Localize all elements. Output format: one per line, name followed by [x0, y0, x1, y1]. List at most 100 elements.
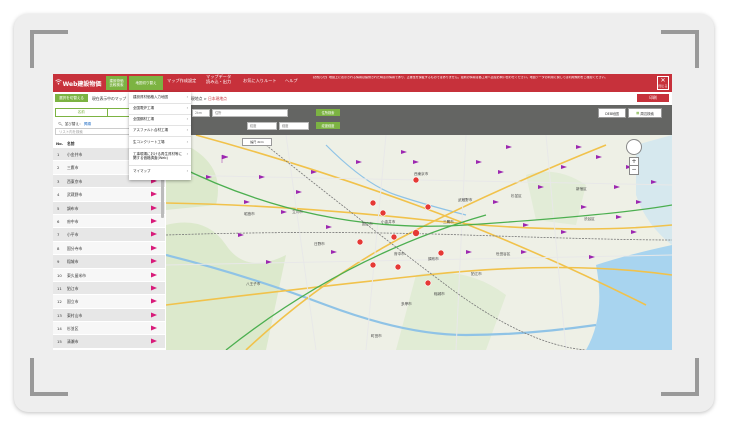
wifi-icon — [54, 79, 62, 87]
list-item-name: 西東京市 — [67, 178, 83, 184]
map-place-label: 調布市 — [428, 256, 439, 261]
dropdown-item-electric-furnace[interactable]: 全国電炉工場 › — [129, 106, 191, 110]
list-item-no: 7 — [57, 232, 60, 238]
map-view[interactable]: 国立市 府中市 調布市 小金井市 三鷹市 武蔵野市 西東京市 杉並区 世田谷区 多摩市 稲城市 町田市… — [166, 105, 672, 350]
list-item-no: 10 — [57, 272, 62, 278]
list-item[interactable]: 5 調布市 — [53, 201, 165, 215]
list-item-name: 東久留米市 — [67, 272, 86, 278]
zoom-out-button[interactable]: − — [629, 165, 639, 175]
radius-input[interactable]: 2km — [192, 109, 210, 117]
list-item-name: 東村山市 — [67, 312, 83, 318]
print-button[interactable]: 印刷 — [637, 94, 669, 102]
list-item-no: 1 — [57, 152, 60, 157]
flag-icon — [151, 258, 157, 264]
list-item[interactable]: 10 東久留米市 — [53, 268, 165, 282]
logo-text: Web建設物価 — [62, 80, 102, 88]
menu-map-data[interactable]: マップデータ 読み込・出力 — [206, 74, 231, 84]
map-place-label: 武蔵野市 — [458, 197, 473, 202]
select-toggle-button[interactable]: 選択を切替える — [55, 94, 88, 102]
address-input[interactable]: 住所 — [212, 109, 288, 117]
dropdown-item-concrete[interactable]: 生コンクリート工場 › — [129, 140, 191, 144]
list-item-name: 三鷹市 — [67, 165, 79, 171]
price-compare-button[interactable]: 建設物価 比較検索 — [106, 76, 127, 90]
list-item-name: 府中市 — [67, 218, 79, 224]
map-switch-button[interactable]: 地図切り替え — [129, 76, 163, 90]
list-item-no: 4 — [57, 192, 60, 198]
tab-name[interactable]: 名前 — [55, 108, 108, 117]
dropdown-item-price-map[interactable]: 建設資材価格入力地図 › — [129, 95, 191, 99]
list-item-name: 国分寺市 — [67, 245, 83, 251]
dropdown-item-my-map[interactable]: マイマップ › — [129, 169, 191, 173]
list-item[interactable]: 11 狛江市 — [53, 281, 165, 296]
list-item-name: 国立市 — [67, 299, 79, 305]
list-item[interactable]: 14 杉並区 — [53, 322, 165, 336]
dropdown-item-asphalt[interactable]: アスファルト合材工場 › — [129, 128, 191, 132]
list-item-no: 15 — [57, 339, 62, 345]
close-button[interactable]: ✕ 閉じる — [657, 76, 669, 90]
list-item[interactable]: 4 武蔵野市 — [53, 188, 165, 202]
current-map-label: 現在表示中のマップ — [92, 96, 127, 101]
list-item-no: 5 — [57, 205, 60, 211]
list-item-no: 12 — [57, 299, 62, 305]
corner-bracket-bottom-right — [661, 358, 699, 396]
list-item-name: 清瀬市 — [67, 339, 79, 345]
list-item-name: 狛江市 — [67, 285, 79, 291]
breadcrumb: 現地点 > 日本現地点 — [191, 96, 227, 101]
notice-text: 【お知らせ】地図上に表示される情報は提供された時点の情報であり、正確性を保証する… — [311, 76, 608, 79]
flag-icon — [151, 285, 157, 291]
flag-icon — [151, 191, 157, 197]
latlng-search-button[interactable]: 緯度経度 — [316, 122, 340, 129]
list-item-name: 稲城市 — [67, 259, 79, 265]
list-item[interactable]: 15 清瀬市 — [53, 335, 165, 349]
flag-icon — [151, 298, 157, 304]
map-icon: ▦ — [636, 111, 640, 115]
scale-indicator: 縮尺 2km — [242, 138, 272, 146]
list-item[interactable]: 7 小平市 — [53, 228, 165, 242]
map-place-label: 三鷹市 — [443, 219, 454, 224]
flag-icon — [151, 325, 157, 331]
top-bar: Web建設物価 建設物価 比較検索 地図切り替え マップ作成設定 マップデータ … — [53, 74, 672, 92]
map-place-label: 世田谷区 — [496, 251, 511, 256]
menu-map-settings[interactable]: マップ作成設定 — [167, 78, 196, 84]
search-icon: 🔍︎ — [58, 122, 63, 126]
map-place-label: 府中市 — [394, 251, 405, 256]
map-place-label: 日野市 — [314, 241, 325, 246]
list-item-name: 小平市 — [67, 232, 79, 238]
map-place-label: 多摩市 — [401, 301, 412, 306]
map-place-label: 町田市 — [371, 333, 382, 338]
flag-icon — [151, 272, 157, 278]
map-mode-button[interactable]: DEB地図 — [598, 108, 626, 118]
breadcrumb-current[interactable]: 日本現地点 — [208, 96, 227, 101]
list-item-no: 11 — [57, 285, 62, 291]
list-item[interactable]: 12 国立市 — [53, 295, 165, 309]
map-place-label: 立川市 — [292, 209, 303, 214]
list-item[interactable]: 9 稲城市 — [53, 255, 165, 269]
corner-bracket-top-right — [661, 30, 699, 68]
map-place-label: 昭島市 — [244, 211, 255, 216]
list-item-name: 小金井市 — [67, 152, 83, 157]
list-item-no: 13 — [57, 312, 62, 318]
breadcrumb-label: 現地点 — [191, 96, 203, 101]
logo[interactable]: Web建設物価 — [53, 74, 103, 92]
dropdown-item-recycled[interactable]: 工事現場における再生資材等に関する価格調査(Web) › — [129, 152, 191, 160]
map-place-label: 八王子市 — [246, 281, 261, 286]
list-item[interactable]: 6 府中市 — [53, 214, 165, 229]
menu-favorite-route[interactable]: お気に入りルート — [243, 78, 277, 84]
list-item[interactable]: 8 国分寺市 — [53, 241, 165, 256]
list-item-name: 武蔵野市 — [67, 192, 83, 198]
latitude-input[interactable]: 緯度 — [247, 122, 277, 130]
list-item-no: 3 — [57, 178, 60, 184]
sort-order-link[interactable]: 昇順 — [84, 122, 91, 126]
flag-icon — [151, 231, 157, 237]
app-window: Web建設物価 建設物価 比較検索 地図切り替え マップ作成設定 マップデータ … — [53, 74, 672, 350]
flag-icon — [151, 205, 157, 211]
dropdown-item-steel-factory[interactable]: 全国鋼材工場 › — [129, 117, 191, 121]
compass-icon[interactable] — [626, 139, 642, 155]
longitude-input[interactable]: 経度 — [279, 122, 309, 130]
nearby-search-button[interactable]: ▦ 周辺検索 — [628, 108, 662, 118]
menu-help[interactable]: ヘルプ — [285, 78, 298, 84]
list-item-name: 杉並区 — [67, 326, 79, 332]
list-item[interactable]: 13 東村山市 — [53, 308, 165, 323]
address-search-button[interactable]: 住所検索 — [316, 109, 340, 116]
corner-bracket-bottom-left — [30, 358, 68, 396]
